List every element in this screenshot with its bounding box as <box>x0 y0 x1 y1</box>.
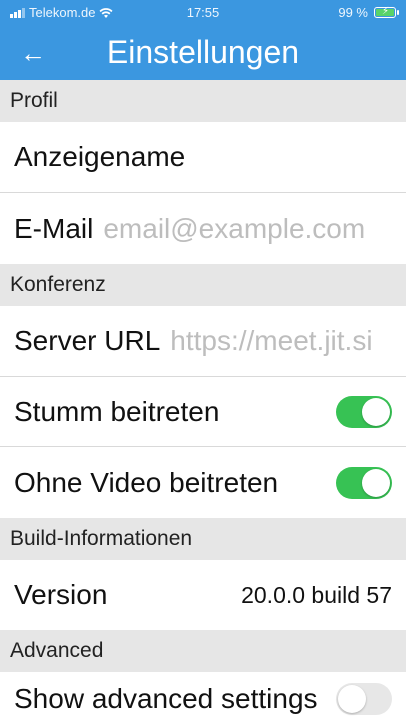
app-header: Telekom.de 17:55 99 % ⚡ ← Einstellungen <box>0 0 406 80</box>
email-input[interactable]: email@example.com <box>103 213 365 245</box>
nav-bar: ← Einstellungen <box>0 28 406 80</box>
battery-icon: ⚡ <box>374 6 399 18</box>
email-label: E-Mail <box>14 212 94 244</box>
mute-row: Stumm beitreten <box>0 377 406 446</box>
section-header-advanced: Advanced <box>0 630 406 672</box>
status-right: 99 % ⚡ <box>338 5 399 20</box>
section-header-profil: Profil <box>0 80 406 122</box>
mute-label: Stumm beitreten <box>14 395 220 427</box>
battery-percent: 99 % <box>338 5 368 20</box>
novideo-label: Ohne Video beitreten <box>14 466 279 498</box>
mute-toggle[interactable] <box>336 395 392 428</box>
advanced-toggle[interactable] <box>336 682 392 715</box>
version-row: Version 20.0.0 build 57 <box>0 560 406 630</box>
page-title: Einstellungen <box>106 34 300 70</box>
server-url-row[interactable]: Server URL https://meet.jit.si <box>0 306 406 376</box>
display-name-row[interactable]: Anzeigename <box>0 122 406 192</box>
advanced-row: Show advanced settings <box>0 672 406 725</box>
version-value: 20.0.0 build 57 <box>241 581 392 608</box>
novideo-row: Ohne Video beitreten <box>0 447 406 518</box>
section-header-build: Build-Informationen <box>0 518 406 560</box>
section-header-konferenz: Konferenz <box>0 264 406 306</box>
advanced-label: Show advanced settings <box>14 682 318 714</box>
server-url-input[interactable]: https://meet.jit.si <box>170 325 372 357</box>
status-bar: Telekom.de 17:55 99 % ⚡ <box>0 0 406 28</box>
display-name-label: Anzeigename <box>14 141 186 172</box>
novideo-toggle[interactable] <box>336 466 392 499</box>
version-label: Version <box>14 579 108 610</box>
server-url-label: Server URL <box>14 325 161 356</box>
email-row[interactable]: E-Mail email@example.com <box>0 193 406 264</box>
